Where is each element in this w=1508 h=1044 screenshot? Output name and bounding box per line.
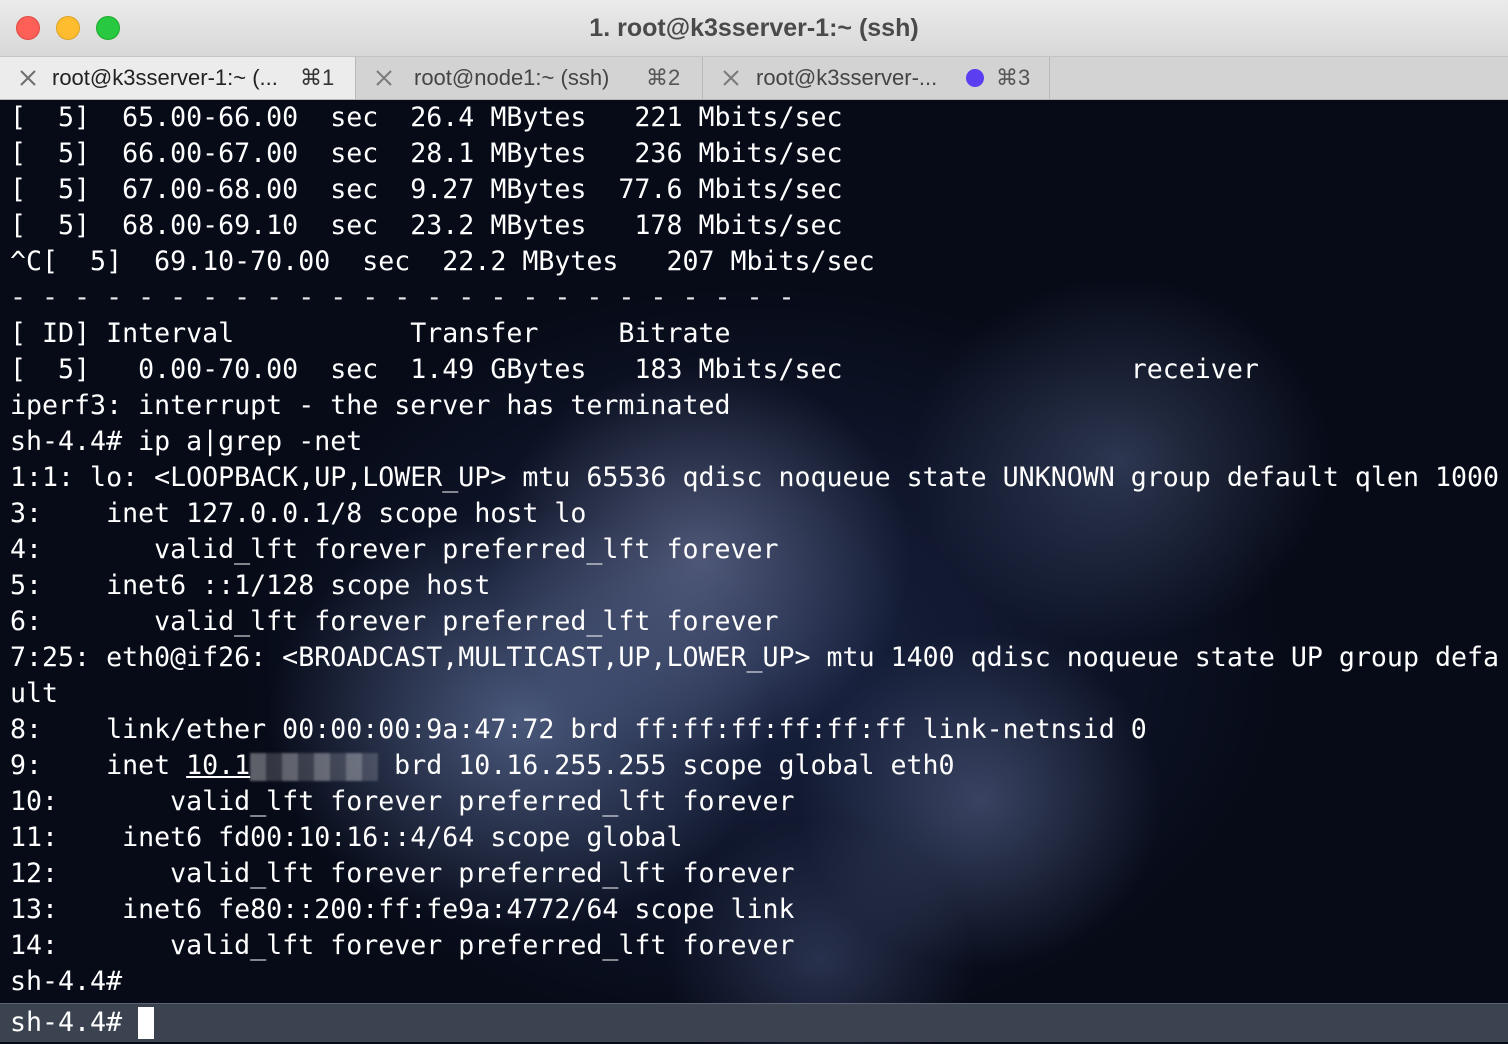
terminal-line: 5: inet6 ::1/128 scope host bbox=[10, 570, 491, 601]
tab-3[interactable]: root@k3sserver-... ⌘3 bbox=[703, 57, 1050, 99]
tab-label: root@k3sserver-... bbox=[756, 65, 938, 90]
tab-shortcut: ⌘1 bbox=[300, 65, 335, 90]
terminal-line: 4: valid_lft forever preferred_lft forev… bbox=[10, 534, 779, 565]
tab-label: root@node1:~ (ssh) bbox=[414, 65, 610, 90]
terminal-line: [ 5] 66.00-67.00 sec 28.1 MBytes 236 Mbi… bbox=[10, 138, 843, 169]
terminal-prompt-line: sh-4.4# bbox=[10, 966, 123, 997]
tab-1[interactable]: root@k3sserver-1:~ (... ⌘1 bbox=[0, 57, 356, 99]
tab-bar: root@k3sserver-1:~ (... ⌘1 root@node1:~ … bbox=[0, 57, 1508, 100]
terminal-line-inet: 9: inet 10.1 brd 10.16.255.255 scope glo… bbox=[10, 748, 1499, 784]
terminal-line: [ ID] Interval Transfer Bitrate bbox=[10, 318, 731, 349]
text-cursor bbox=[138, 1007, 154, 1039]
close-icon[interactable] bbox=[721, 68, 741, 88]
terminal-line: [ 5] 68.00-69.10 sec 23.2 MBytes 178 Mbi… bbox=[10, 210, 843, 241]
inet-suffix: brd 10.16.255.255 scope global eth0 bbox=[378, 750, 955, 781]
terminal-line: 7:25: eth0@if26: <BROADCAST,MULTICAST,UP… bbox=[10, 642, 1500, 673]
terminal-line: 8: link/ether 00:00:00:9a:47:72 brd ff:f… bbox=[10, 714, 1147, 745]
inet-address: 10.1 bbox=[186, 750, 251, 781]
terminal-output[interactable]: [ 5] 65.00-66.00 sec 26.4 MBytes 221 Mbi… bbox=[0, 100, 1508, 1044]
terminal-line: 13: inet6 fe80::200:ff:fe9a:4772/64 scop… bbox=[10, 894, 795, 925]
terminal-line: [ 5] 67.00-68.00 sec 9.27 MBytes 77.6 Mb… bbox=[10, 174, 843, 205]
terminal-line: ^C[ 5] 69.10-70.00 sec 22.2 MBytes 207 M… bbox=[10, 246, 875, 277]
terminal-line: iperf3: interrupt - the server has termi… bbox=[10, 390, 731, 421]
terminal-line: 12: valid_lft forever preferred_lft fore… bbox=[10, 858, 795, 889]
activity-dot-icon bbox=[966, 69, 984, 87]
current-prompt-line[interactable]: sh-4.4# bbox=[0, 1003, 1508, 1042]
terminal-lines: [ 5] 65.00-66.00 sec 26.4 MBytes 221 Mbi… bbox=[10, 100, 1499, 1000]
close-icon[interactable] bbox=[374, 68, 394, 88]
terminal-line: [ 5] 65.00-66.00 sec 26.4 MBytes 221 Mbi… bbox=[10, 102, 843, 133]
terminal-window: 1. root@k3sserver-1:~ (ssh) root@k3sserv… bbox=[0, 0, 1508, 1044]
tab-2[interactable]: root@node1:~ (ssh) ⌘2 bbox=[356, 57, 703, 99]
terminal-line: 10: valid_lft forever preferred_lft fore… bbox=[10, 786, 795, 817]
terminal-line: [ 5] 0.00-70.00 sec 1.49 GBytes 183 Mbit… bbox=[10, 354, 1259, 385]
title-bar[interactable]: 1. root@k3sserver-1:~ (ssh) bbox=[0, 0, 1508, 57]
terminal-line: 3: inet 127.0.0.1/8 scope host lo bbox=[10, 498, 587, 529]
terminal-separator-line: - - - - - - - - - - - - - - - - - - - - … bbox=[10, 282, 795, 313]
redacted-address bbox=[250, 752, 379, 781]
close-icon[interactable] bbox=[18, 68, 38, 88]
terminal-line: 1:1: lo: <LOOPBACK,UP,LOWER_UP> mtu 6553… bbox=[10, 462, 1500, 493]
terminal-line: 14: valid_lft forever preferred_lft fore… bbox=[10, 930, 795, 961]
terminal-line: ult bbox=[10, 678, 59, 709]
terminal-line: 11: inet6 fd00:10:16::4/64 scope global bbox=[10, 822, 683, 853]
tab-shortcut: ⌘2 bbox=[646, 65, 681, 90]
window-title: 1. root@k3sserver-1:~ (ssh) bbox=[589, 14, 919, 42]
tab-label: root@k3sserver-1:~ (... bbox=[52, 65, 278, 90]
terminal-line: 6: valid_lft forever preferred_lft forev… bbox=[10, 606, 779, 637]
inet-prefix: 9: inet bbox=[10, 750, 187, 781]
prompt-text: sh-4.4# bbox=[10, 1007, 123, 1038]
terminal-command-line: sh-4.4# ip a|grep -net bbox=[10, 426, 363, 457]
tab-shortcut: ⌘3 bbox=[996, 65, 1031, 90]
